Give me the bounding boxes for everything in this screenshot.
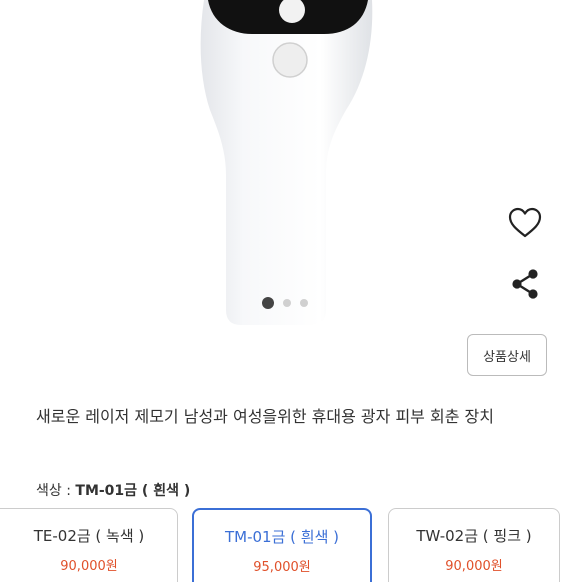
option-name: TE-02금 ( 녹색 ) [33,527,145,545]
option-name: TM-01금 ( 흰색 ) [224,528,339,546]
pagination-dot[interactable] [300,299,308,307]
share-button[interactable] [506,265,544,303]
option-name: TW-02금 ( 핑크 ) [416,527,532,545]
gallery-pagination [262,297,308,309]
option-price: 90,000원 [445,559,503,574]
color-option-te02[interactable]: TE-02금 ( 녹색 ) 90,000원 [0,508,178,582]
color-option-tw02[interactable]: TW-02금 ( 핑크 ) 90,000원 [388,508,560,582]
product-screen: 상품상세 새로운 레이저 제모기 남성과 여성을위한 휴대용 광자 피부 회춘 … [0,0,582,582]
option-price: 90,000원 [60,559,118,574]
product-detail-button[interactable]: 상품상세 [467,334,547,376]
selected-color-value: TM-01금 ( 흰색 ) [75,483,191,499]
heart-outline-icon [508,207,542,238]
share-icon [512,269,538,299]
product-image [200,0,373,325]
color-option-tm01[interactable]: TM-01금 ( 흰색 ) 95,000원 [192,508,372,582]
pagination-dot[interactable] [283,299,291,307]
selected-color: 색상 : TM-01금 ( 흰색 ) [36,480,190,500]
pagination-dot-active[interactable] [262,297,274,309]
product-image-gallery[interactable] [0,0,582,330]
selected-color-label: 색상 : [36,483,76,499]
product-title: 새로운 레이저 제모기 남성과 여성을위한 휴대용 광자 피부 회춘 장치 [36,407,494,426]
option-price: 95,000원 [253,560,311,575]
like-button[interactable] [506,204,544,242]
